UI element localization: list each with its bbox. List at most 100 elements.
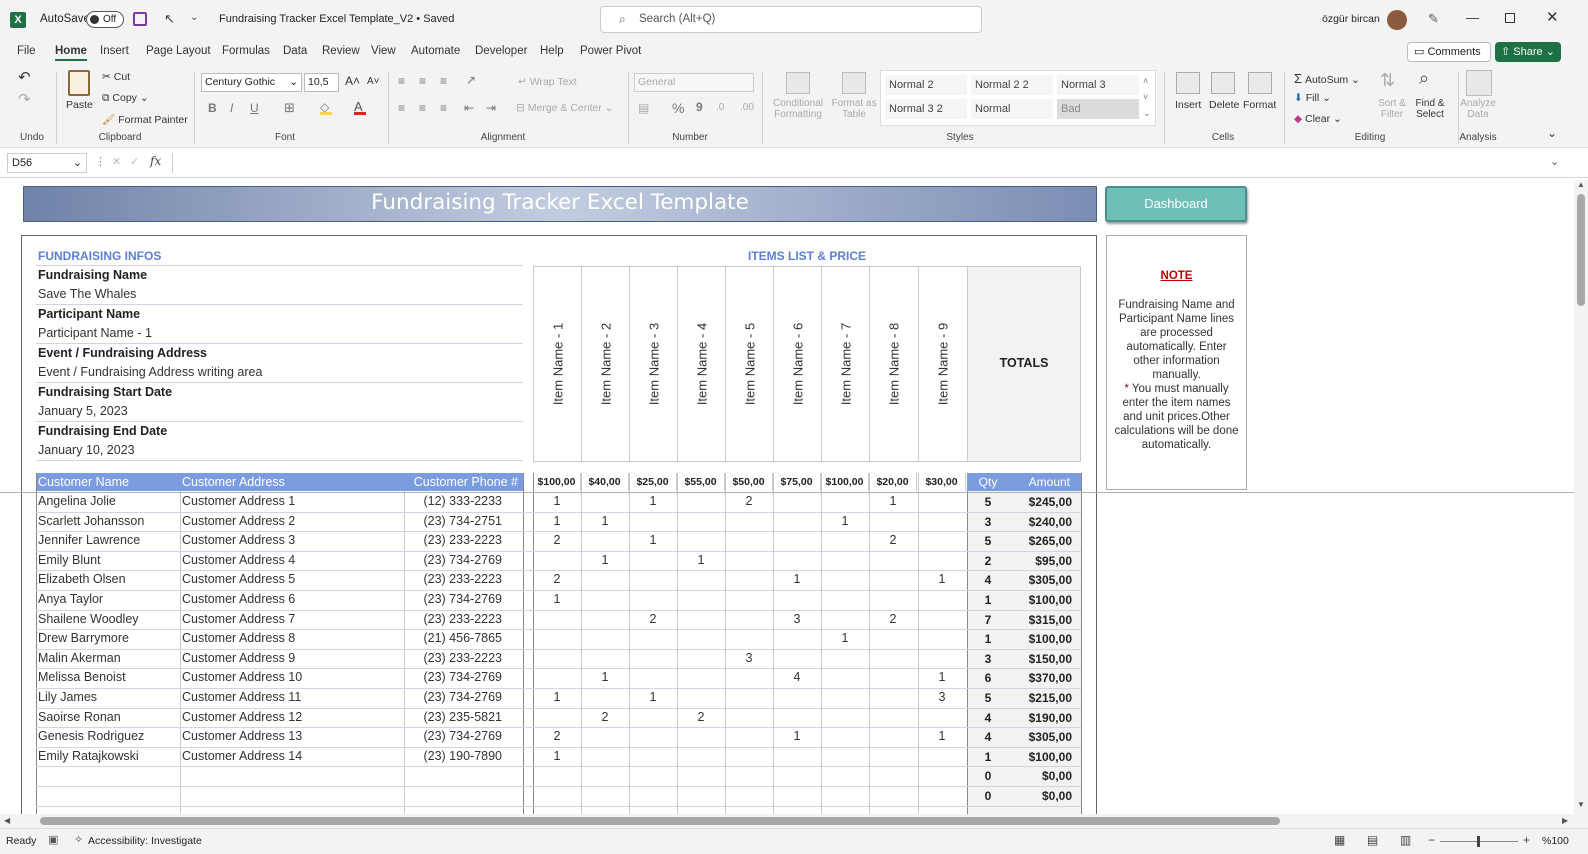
format-cells-button[interactable]: Format: [1243, 99, 1276, 111]
customer-phone[interactable]: (23) 734-2769: [406, 670, 502, 684]
document-title[interactable]: Fundraising Tracker Excel Template_V2 • …: [219, 13, 454, 25]
item-price[interactable]: $55,00: [677, 473, 725, 491]
normal-view-icon[interactable]: ▦: [1334, 833, 1345, 847]
customer-address[interactable]: Customer Address 14: [182, 749, 302, 763]
customer-phone[interactable]: (23) 233-2223: [406, 612, 502, 626]
item-quantity[interactable]: 3: [773, 612, 821, 626]
font-color-icon[interactable]: A: [354, 99, 366, 115]
item-quantity[interactable]: 1: [533, 592, 581, 606]
delete-cells-button[interactable]: Delete: [1209, 99, 1239, 111]
tab-automate[interactable]: Automate: [411, 45, 460, 57]
align-top-icon[interactable]: ≡: [398, 74, 405, 88]
item-quantity[interactable]: 1: [918, 729, 966, 743]
customer-address[interactable]: Customer Address 8: [182, 631, 295, 645]
customer-name[interactable]: Drew Barrymore: [38, 631, 129, 645]
customer-phone[interactable]: (23) 233-2223: [406, 651, 502, 665]
customer-phone[interactable]: (23) 734-2769: [406, 553, 502, 567]
item-quantity[interactable]: 1: [629, 494, 677, 508]
minimize-icon[interactable]: —: [1466, 10, 1479, 25]
item-quantity[interactable]: 2: [869, 612, 917, 626]
dashboard-button[interactable]: Dashboard: [1105, 186, 1247, 222]
tab-data[interactable]: Data: [283, 45, 307, 57]
formula-input[interactable]: [172, 153, 1562, 173]
page-layout-view-icon[interactable]: ▤: [1367, 833, 1378, 847]
conditional-formatting-button[interactable]: Conditional Formatting: [770, 98, 826, 120]
customer-address[interactable]: Customer Address 10: [182, 670, 302, 684]
item-name[interactable]: Item Name - 1: [550, 323, 565, 405]
undo-icon[interactable]: ↶: [18, 68, 31, 86]
tab-home[interactable]: Home: [55, 45, 87, 61]
align-right-icon[interactable]: ≡: [440, 101, 447, 115]
align-middle-icon[interactable]: ≡: [419, 74, 426, 88]
item-name[interactable]: Item Name - 2: [598, 323, 613, 405]
customer-name[interactable]: Genesis Rodriguez: [38, 729, 144, 743]
format-table-icon[interactable]: [842, 72, 866, 94]
worksheet[interactable]: Fundraising Tracker Excel Template Dashb…: [0, 180, 1574, 814]
scroll-down-icon[interactable]: ▼: [1577, 800, 1585, 809]
customer-phone[interactable]: (23) 734-2751: [406, 514, 502, 528]
item-name[interactable]: Item Name - 6: [790, 323, 805, 405]
customer-name[interactable]: Emily Ratajkowski: [38, 749, 139, 763]
scroll-left-icon[interactable]: ◀: [4, 816, 10, 825]
customer-name[interactable]: Saoirse Ronan: [38, 710, 121, 724]
collapse-ribbon-icon[interactable]: ⌄: [1547, 126, 1557, 140]
item-name[interactable]: Item Name - 7: [838, 323, 853, 405]
customer-phone[interactable]: (23) 233-2223: [406, 572, 502, 586]
close-icon[interactable]: ✕: [1546, 8, 1559, 26]
customer-name[interactable]: Emily Blunt: [38, 553, 101, 567]
merge-center-button[interactable]: ⊟ Merge & Center ⌄: [516, 102, 614, 114]
item-quantity[interactable]: 2: [629, 612, 677, 626]
customer-phone[interactable]: (12) 333-2233: [406, 494, 502, 508]
increase-decimal-icon[interactable]: .0: [716, 102, 724, 113]
align-left-icon[interactable]: ≡: [398, 101, 405, 115]
item-quantity[interactable]: 1: [773, 729, 821, 743]
sort-filter-icon[interactable]: ⇅: [1380, 70, 1395, 91]
item-name[interactable]: Item Name - 8: [886, 323, 901, 405]
shrink-font-icon[interactable]: A˅: [367, 76, 380, 87]
scroll-right-icon[interactable]: ▶: [1562, 816, 1568, 825]
zoom-level[interactable]: %100: [1542, 835, 1569, 847]
customer-name[interactable]: Melissa Benoist: [38, 670, 126, 684]
style-normal[interactable]: Normal: [971, 99, 1053, 119]
cursor-icon[interactable]: ↖: [164, 11, 175, 27]
item-quantity[interactable]: 1: [533, 690, 581, 704]
customer-address[interactable]: Customer Address 1: [182, 494, 295, 508]
share-button[interactable]: ⇧ Share ⌄: [1495, 42, 1561, 62]
item-price[interactable]: $100,00: [821, 473, 869, 491]
grow-font-icon[interactable]: A˄: [345, 74, 360, 88]
bold-button[interactable]: B: [208, 101, 217, 115]
customer-name[interactable]: Angelina Jolie: [38, 494, 116, 508]
field-value[interactable]: Save The Whales: [38, 287, 136, 301]
fill-color-icon[interactable]: ◇: [320, 100, 332, 115]
item-quantity[interactable]: 1: [629, 533, 677, 547]
tab-view[interactable]: View: [371, 45, 396, 57]
customer-address[interactable]: Customer Address 9: [182, 651, 295, 665]
customer-address[interactable]: Customer Address 7: [182, 612, 295, 626]
qat-dropdown-icon[interactable]: ⌄: [190, 12, 198, 23]
delete-cells-icon[interactable]: [1211, 72, 1235, 94]
decrease-indent-icon[interactable]: ⇤: [464, 101, 474, 115]
vertical-scrollbar[interactable]: ▲ ▼: [1574, 180, 1588, 814]
cancel-icon[interactable]: ✕: [112, 155, 121, 168]
tab-formulas[interactable]: Formulas: [222, 45, 270, 57]
customer-phone[interactable]: (23) 734-2769: [406, 592, 502, 606]
customer-name[interactable]: Scarlett Johansson: [38, 514, 144, 528]
gallery-scroll-icon[interactable]: ˄ ˅ ⌄: [1143, 73, 1151, 121]
insert-cells-icon[interactable]: [1176, 72, 1200, 94]
item-quantity[interactable]: 1: [533, 514, 581, 528]
tab-power-pivot[interactable]: Power Pivot: [580, 45, 641, 57]
align-center-icon[interactable]: ≡: [419, 101, 426, 115]
item-quantity[interactable]: 2: [533, 572, 581, 586]
customer-address[interactable]: Customer Address 4: [182, 553, 295, 567]
style-normal-3[interactable]: Normal 3: [1057, 75, 1139, 95]
customer-phone[interactable]: (21) 456-7865: [406, 631, 502, 645]
accounting-icon[interactable]: ▤: [638, 101, 649, 115]
restore-icon[interactable]: [1505, 13, 1515, 23]
comments-button[interactable]: ▭ Comments: [1407, 42, 1491, 62]
font-size-select[interactable]: 10,5: [304, 73, 339, 92]
tab-help[interactable]: Help: [540, 45, 564, 57]
format-painter-button[interactable]: 🖌 Format Painter: [102, 113, 188, 126]
customer-address[interactable]: Customer Address 13: [182, 729, 302, 743]
item-quantity[interactable]: 1: [581, 553, 629, 567]
item-name[interactable]: Item Name - 9: [935, 323, 950, 405]
